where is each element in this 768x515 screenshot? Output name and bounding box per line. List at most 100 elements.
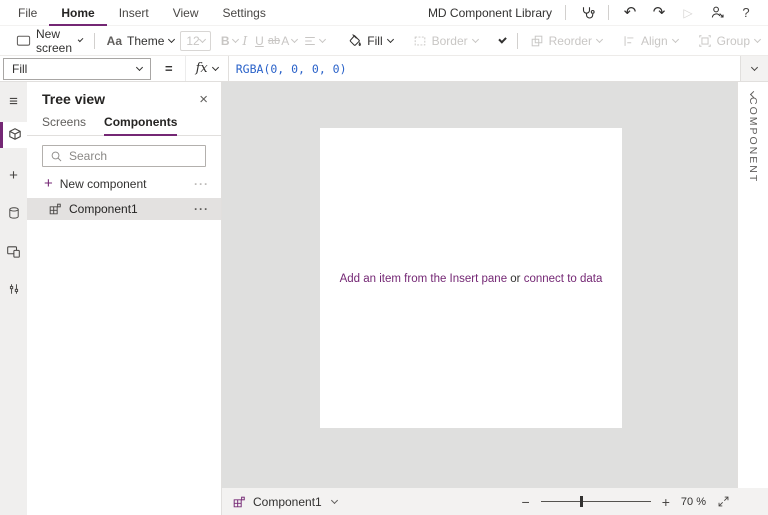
new-component-label: New component — [60, 177, 147, 191]
new-screen-button[interactable]: New screen — [16, 27, 82, 55]
reorder-button[interactable]: Reorder — [530, 34, 602, 48]
plus-icon: + — [44, 176, 53, 191]
power-apps-studio: File Home Insert View Settings MD Compon… — [0, 0, 768, 515]
hamburger-menu-icon[interactable]: ≡ — [0, 88, 27, 114]
reorder-label: Reorder — [549, 34, 592, 48]
chevron-down-icon — [672, 36, 679, 43]
canvas-wrap: Add an item from the Insert pane or conn… — [222, 82, 768, 515]
border-button[interactable]: Border — [413, 34, 478, 48]
text-align-icon — [303, 34, 317, 48]
chevron-down-icon — [136, 64, 143, 71]
zoom-slider-track[interactable] — [541, 501, 651, 502]
align-button[interactable]: Align — [622, 34, 678, 48]
ellipsis-icon[interactable]: ··· — [194, 177, 209, 191]
tree-view-tabs: Screens Components — [27, 112, 221, 136]
panel-title: Tree view — [42, 91, 105, 107]
tree-item-component1[interactable]: Component1 ··· — [27, 198, 221, 220]
divider — [517, 33, 518, 49]
advanced-tools-rail-icon[interactable] — [0, 276, 27, 302]
tree-view-rail-icon[interactable] — [0, 122, 27, 148]
fx-dropdown[interactable]: fx — [185, 56, 229, 81]
new-screen-label: New screen — [36, 27, 74, 55]
menu-file[interactable]: File — [6, 0, 49, 26]
chevron-down-icon — [387, 36, 394, 43]
bold-button[interactable]: B — [221, 34, 238, 48]
redo-icon[interactable]: ↷ — [651, 5, 667, 20]
zoom-slider-handle[interactable] — [580, 496, 583, 507]
insert-rail-icon[interactable]: + — [0, 162, 27, 188]
chevron-down-icon — [751, 64, 758, 71]
paint-bucket-icon — [347, 33, 362, 48]
text-align-button[interactable] — [303, 34, 325, 48]
screen-icon — [16, 33, 31, 48]
current-screen-selector[interactable]: Component1 — [232, 495, 337, 509]
data-rail-icon[interactable] — [0, 200, 27, 226]
hint-or-text: or — [507, 273, 524, 285]
connect-to-data-link[interactable]: connect to data — [524, 273, 603, 285]
zoom-slider[interactable] — [541, 495, 651, 508]
menu-view[interactable]: View — [161, 0, 211, 26]
formula-input[interactable]: RGBA(0, 0, 0, 0) — [229, 56, 740, 81]
play-icon[interactable]: ▷ — [680, 6, 696, 20]
share-person-icon[interactable] — [709, 5, 725, 20]
strikethrough-label: ab — [268, 35, 280, 47]
ellipsis-icon[interactable]: ··· — [194, 202, 209, 216]
theme-aa-icon: Aa — [107, 34, 122, 48]
canvas-row: Add an item from the Insert pane or conn… — [222, 82, 768, 488]
tab-screens[interactable]: Screens — [42, 112, 86, 135]
strikethrough-button[interactable]: ab — [267, 35, 282, 47]
italic-button[interactable]: I — [238, 34, 253, 48]
add-item-link[interactable]: Add an item from the Insert pane — [340, 273, 507, 285]
chevron-down-icon — [472, 36, 479, 43]
underline-button[interactable]: U — [252, 34, 267, 48]
canvas-area[interactable]: Add an item from the Insert pane or conn… — [222, 82, 737, 488]
font-size-dropdown[interactable]: 12 — [180, 31, 211, 51]
component-panel-label: COMPONENT — [747, 97, 759, 183]
close-icon[interactable]: × — [199, 92, 208, 107]
more-formatting-chevron-icon[interactable] — [498, 35, 507, 44]
chevron-down-icon — [331, 497, 338, 504]
component-artboard[interactable]: Add an item from the Insert pane or conn… — [320, 128, 622, 428]
app-checker-icon[interactable] — [579, 5, 595, 21]
align-objects-icon — [622, 34, 636, 48]
border-icon — [413, 34, 427, 48]
group-button[interactable]: Group — [698, 34, 760, 48]
tree-view-header: Tree view × — [27, 82, 221, 112]
theme-button[interactable]: Aa Theme — [107, 34, 175, 48]
underline-label: U — [255, 34, 264, 48]
tab-components[interactable]: Components — [104, 112, 177, 136]
current-component-label: Component1 — [253, 495, 322, 509]
formula-bar-expand-button[interactable] — [740, 56, 768, 81]
chevron-down-icon — [212, 64, 219, 71]
zoom-out-button[interactable]: − — [522, 495, 530, 509]
help-icon[interactable]: ? — [738, 5, 754, 20]
tree-view-panel: Tree view × Screens Components + New com… — [27, 82, 222, 515]
component-icon — [232, 495, 246, 509]
chevron-down-icon — [168, 36, 175, 43]
property-dropdown[interactable]: Fill — [3, 58, 151, 80]
zoom-percentage: 70 % — [681, 496, 706, 508]
chevron-down-icon — [291, 36, 298, 43]
search-box[interactable] — [42, 145, 206, 167]
media-rail-icon[interactable] — [0, 238, 27, 264]
menu-settings[interactable]: Settings — [211, 0, 278, 26]
fill-button[interactable]: Fill — [347, 33, 392, 48]
menu-home[interactable]: Home — [49, 0, 106, 26]
fit-to-window-icon[interactable] — [717, 495, 730, 508]
left-rail: ≡ + — [0, 82, 27, 515]
search-input[interactable] — [69, 149, 189, 163]
empty-canvas-hint: Add an item from the Insert pane or conn… — [320, 273, 622, 285]
font-color-button[interactable]: A — [281, 34, 297, 48]
tree-item-label: Component1 — [69, 202, 138, 216]
divider — [608, 5, 609, 20]
menu-insert[interactable]: Insert — [107, 0, 161, 26]
component-properties-collapsed-panel[interactable]: COMPONENT — [737, 82, 768, 488]
border-label: Border — [432, 34, 468, 48]
new-component-row[interactable]: + New component ··· — [27, 172, 221, 195]
group-label: Group — [717, 34, 750, 48]
divider — [565, 5, 566, 20]
undo-icon[interactable]: ↶ — [622, 5, 638, 20]
formula-text: RGBA(0, 0, 0, 0) — [236, 62, 347, 76]
fill-label: Fill — [367, 34, 382, 48]
zoom-in-button[interactable]: + — [662, 495, 670, 509]
